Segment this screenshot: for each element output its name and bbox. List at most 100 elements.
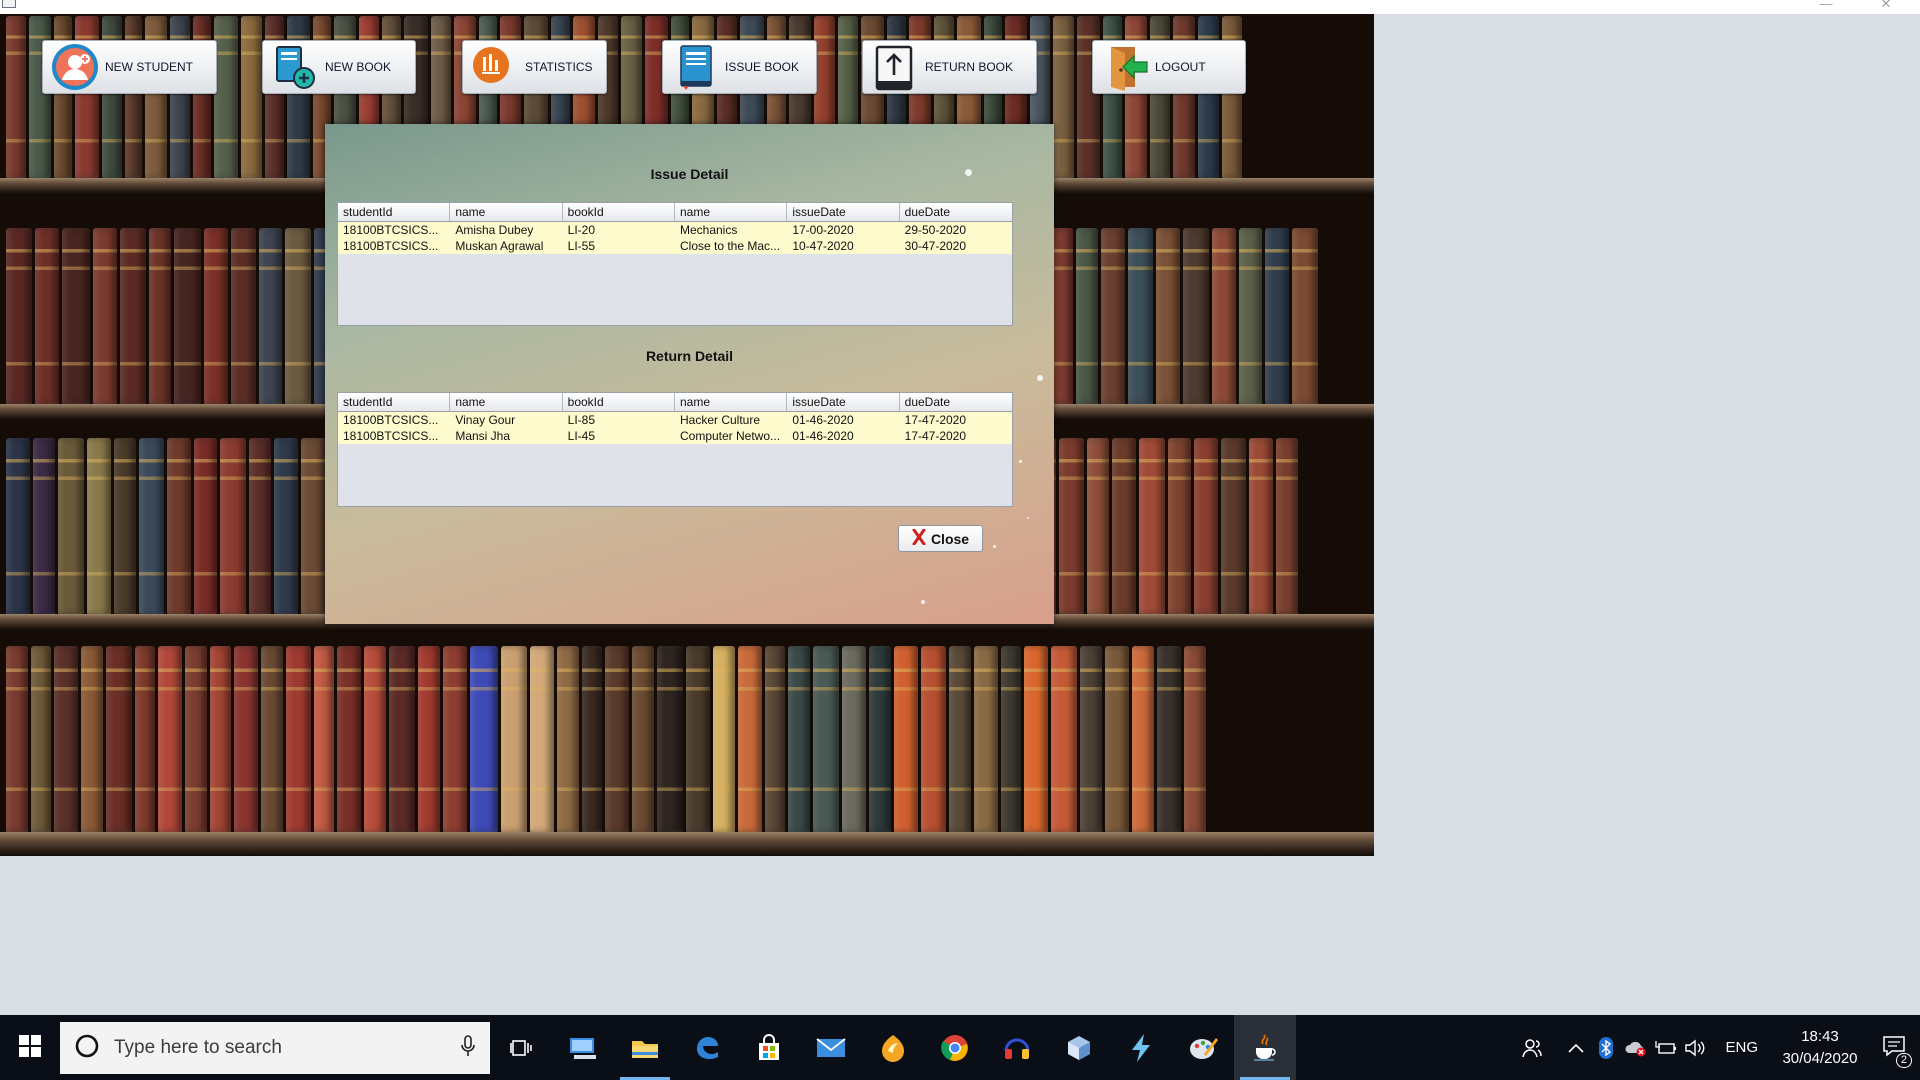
java-icon[interactable] (1234, 1015, 1296, 1080)
col-student-name[interactable]: name (450, 393, 563, 411)
tray-clock[interactable]: 18:43 30/04/2020 (1772, 1026, 1868, 1070)
search-placeholder: Type here to search (114, 1036, 282, 1058)
new-book-button[interactable]: NEW BOOK (262, 40, 416, 94)
onedrive-error-icon[interactable] (1621, 1015, 1651, 1080)
cortana-circle-icon (74, 1033, 100, 1062)
col-book-id[interactable]: bookId (563, 203, 675, 221)
cell-book-id: LI-85 (567, 413, 596, 427)
col-book-id[interactable]: bookId (563, 393, 675, 411)
issue-detail-table: studentId name bookId name issueDate due… (337, 202, 1013, 326)
cell-issue-date: 01-46-2020 (792, 413, 854, 427)
cell-book-name: Close to the Mac... (679, 239, 781, 253)
table-row[interactable]: 18100BTCSICS... Mansi Jha LI-45 Computer… (338, 428, 1012, 444)
paint-icon[interactable] (1172, 1015, 1234, 1080)
statistics-icon (471, 43, 519, 91)
return-detail-table: studentId name bookId name issueDate due… (337, 392, 1013, 507)
col-student-id[interactable]: studentId (338, 393, 451, 411)
mail-icon[interactable] (800, 1015, 862, 1080)
clock-time: 18:43 (1801, 1027, 1839, 1045)
cell-due-date: 17-47-2020 (904, 413, 967, 427)
start-button[interactable] (0, 1015, 60, 1080)
shelf-plank-4 (0, 832, 1374, 856)
logout-door-icon (1101, 43, 1149, 91)
cell-issue-date: 10-47-2020 (792, 239, 854, 253)
col-due-date[interactable]: dueDate (900, 393, 1012, 411)
new-book-label: NEW BOOK (325, 60, 392, 74)
notification-count-badge: 2 (1895, 1053, 1912, 1068)
details-dialog: Issue Detail studentId name bookId name … (325, 124, 1054, 624)
col-book-name[interactable]: name (675, 393, 788, 411)
app-window-icon (2, 0, 16, 8)
cell-student-id: 18100BTCSICS... (343, 239, 439, 253)
logout-label: LOGOUT (1155, 60, 1206, 74)
cell-book-id: LI-55 (567, 239, 596, 253)
language-indicator[interactable]: ENG (1711, 1039, 1772, 1056)
cell-due-date: 17-47-2020 (904, 429, 967, 443)
cell-due-date: 29-50-2020 (904, 223, 967, 237)
close-label: Close (930, 530, 970, 547)
cell-due-date: 30-47-2020 (904, 239, 967, 253)
col-issue-date[interactable]: issueDate (787, 203, 900, 221)
chrome-icon[interactable] (924, 1015, 986, 1080)
add-user-icon (51, 43, 99, 91)
statistics-button[interactable]: STATISTICS (462, 40, 607, 94)
fl-studio-icon[interactable] (862, 1015, 924, 1080)
issue-detail-title: Issue Detail (650, 166, 729, 182)
taskbar-search-box[interactable]: Type here to search (60, 1021, 490, 1074)
col-student-id[interactable]: studentId (338, 203, 451, 221)
cell-student-name: Amisha Dubey (455, 223, 534, 237)
task-view-icon[interactable] (490, 1015, 552, 1080)
return-book-button[interactable]: RETURN BOOK (862, 40, 1037, 94)
minimize-button[interactable]: — (1812, 0, 1840, 11)
file-explorer-icon[interactable] (614, 1015, 676, 1080)
system-tray: ENG 18:43 30/04/2020 2 (1517, 1015, 1920, 1080)
return-detail-title: Return Detail (645, 348, 734, 364)
windows-taskbar: Type here to search ENG 18:43 30/04/2020… (0, 1015, 1920, 1080)
close-x-icon (912, 528, 926, 548)
new-student-label: NEW STUDENT (105, 60, 193, 74)
issue-table-header: studentId name bookId name issueDate due… (338, 203, 1012, 222)
winamp-icon[interactable] (1110, 1015, 1172, 1080)
cell-book-name: Computer Netwo... (679, 429, 781, 443)
volume-icon[interactable] (1681, 1015, 1711, 1080)
3d-box-icon[interactable] (1048, 1015, 1110, 1080)
action-center-button[interactable]: 2 (1868, 1015, 1920, 1080)
clock-date: 30/04/2020 (1782, 1049, 1858, 1067)
col-due-date[interactable]: dueDate (900, 203, 1012, 221)
cell-book-id: LI-45 (567, 429, 596, 443)
bluetooth-icon[interactable] (1591, 1015, 1621, 1080)
new-student-button[interactable]: NEW STUDENT (42, 40, 217, 94)
col-student-name[interactable]: name (450, 203, 563, 221)
chevron-up-icon[interactable] (1561, 1015, 1591, 1080)
close-window-button[interactable]: ✕ (1872, 0, 1900, 11)
cell-book-name: Hacker Culture (679, 413, 761, 427)
table-row[interactable]: 18100BTCSICS... Vinay Gour LI-85 Hacker … (338, 412, 1012, 428)
people-icon[interactable] (1517, 1015, 1547, 1080)
desktop-app-icon[interactable] (552, 1015, 614, 1080)
logout-button[interactable]: LOGOUT (1092, 40, 1246, 94)
return-book-icon (871, 43, 919, 91)
col-issue-date[interactable]: issueDate (787, 393, 900, 411)
table-row[interactable]: 18100BTCSICS... Muskan Agrawal LI-55 Clo… (338, 238, 1012, 254)
issue-book-button[interactable]: ISSUE BOOK (662, 40, 817, 94)
cell-student-name: Vinay Gour (455, 413, 516, 427)
issue-book-label: ISSUE BOOK (725, 60, 800, 74)
battery-icon[interactable] (1651, 1015, 1681, 1080)
close-button[interactable]: Close (898, 525, 983, 552)
cell-student-id: 18100BTCSICS... (343, 429, 439, 443)
cell-student-id: 18100BTCSICS... (343, 223, 439, 237)
return-book-label: RETURN BOOK (925, 60, 1014, 74)
col-book-name[interactable]: name (675, 203, 788, 221)
cell-student-id: 18100BTCSICS... (343, 413, 439, 427)
window-titlebar: — ✕ (0, 0, 1920, 14)
table-row[interactable]: 18100BTCSICS... Amisha Dubey LI-20 Mecha… (338, 222, 1012, 238)
edge-icon[interactable] (676, 1015, 738, 1080)
headset-app-icon[interactable] (986, 1015, 1048, 1080)
app-background-bookshelf: NEW STUDENT NEW BOOK STATISTICS ISSUE BO… (0, 14, 1374, 856)
cell-student-name: Mansi Jha (455, 429, 511, 443)
store-icon[interactable] (738, 1015, 800, 1080)
add-book-icon (271, 43, 319, 91)
microphone-icon[interactable] (460, 1034, 476, 1061)
cell-book-id: LI-20 (567, 223, 596, 237)
windows-logo-icon (19, 1035, 41, 1060)
